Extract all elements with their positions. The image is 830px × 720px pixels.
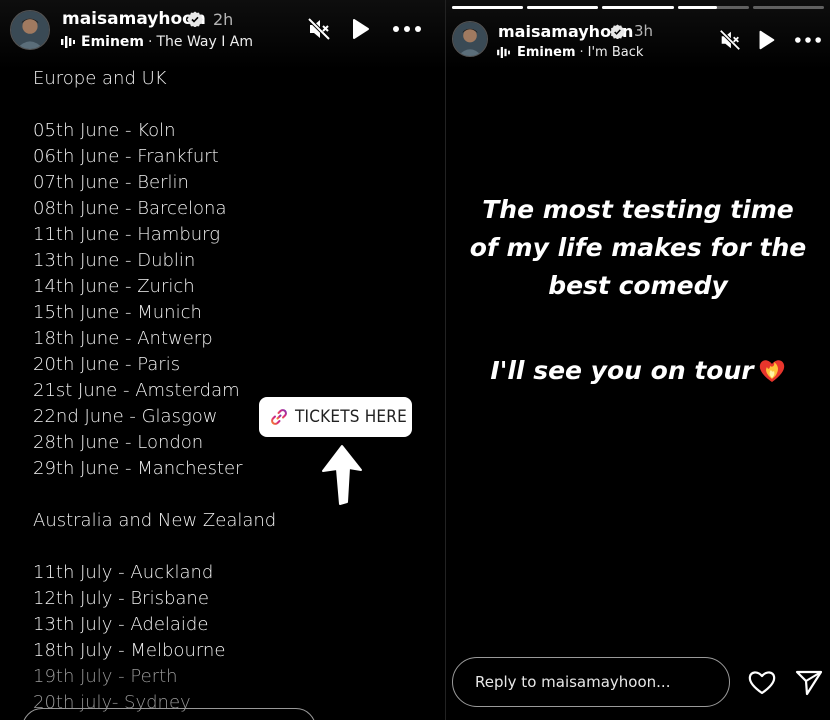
tour-list-spacer (33, 482, 276, 508)
tour-list-line: 19th July - Perth (33, 666, 178, 687)
progress-segment (752, 6, 824, 9)
story-tour-line: I'll see you on tour (446, 352, 830, 390)
more-horizontal-icon[interactable] (794, 28, 822, 52)
music-info[interactable]: Eminem · The Way I Am (61, 34, 253, 50)
tour-list-line: 11th June - Hamburg (33, 224, 221, 245)
tour-list-line: 14th June - Zurich (33, 276, 195, 297)
tour-list-line: 20th June - Paris (33, 354, 181, 375)
more-horizontal-icon[interactable] (392, 16, 422, 42)
story-text-line: of my life makes for the (469, 233, 807, 262)
tour-list-line: 29th June - Manchester (33, 458, 243, 479)
progress-segment-fill (452, 6, 524, 9)
tour-list-line: 15th June - Munich (33, 302, 202, 323)
muted-speaker-icon[interactable] (306, 16, 332, 42)
tour-list-line: 05th June - Koln (33, 120, 176, 141)
post-time: 2h (213, 10, 234, 29)
music-song: I'm Back (587, 45, 644, 60)
tour-list-line: 22nd June - Glasgow (33, 406, 218, 427)
tour-list-line: 13th June - Dublin (33, 250, 196, 271)
tour-list-spacer (33, 92, 276, 118)
music-bars-icon (497, 46, 511, 59)
music-artist: Eminem (517, 45, 576, 60)
avatar[interactable] (10, 10, 50, 50)
verified-badge-icon (610, 24, 625, 40)
tour-list-line: Australia and New Zealand (33, 510, 277, 531)
story-text-line: best comedy (548, 271, 728, 300)
music-song: The Way I Am (156, 34, 253, 50)
avatar[interactable] (452, 21, 488, 57)
tour-list-line: 11th July - Auckland (33, 562, 214, 583)
tour-list-line: 12th July - Brisbane (33, 588, 209, 609)
tour-list-line: 08th June - Barcelona (33, 198, 227, 219)
tickets-label: TICKETS HERE (295, 407, 407, 427)
tour-dates-list: Europe and UK 05th June - Koln 06th June -… (33, 66, 276, 716)
send-icon[interactable] (794, 667, 824, 697)
tour-list-line: 18th July - Melbourne (33, 640, 226, 661)
heart-on-fire-emoji (758, 357, 786, 383)
left-reply-field[interactable] (22, 708, 316, 720)
tour-list-spacer (33, 534, 276, 560)
progress-segment-fill (602, 6, 674, 9)
verified-badge-icon (187, 11, 203, 28)
tour-list-line: 06th June - Frankfurt (33, 146, 219, 167)
music-bars-icon (61, 36, 75, 48)
reply-input[interactable]: Reply to maisamayhoon... (452, 657, 730, 707)
tour-list-line: Europe and UK (33, 68, 167, 89)
play-icon[interactable] (347, 16, 373, 42)
heart-icon[interactable] (747, 667, 777, 697)
tickets-link-sticker[interactable]: TICKETS HERE (259, 397, 412, 437)
tour-list-line: 07th June - Berlin (33, 172, 189, 193)
post-time: 3h (634, 22, 654, 40)
tour-list-line: 21st June - Amsterdam (33, 380, 240, 401)
left-story-panel: maisamayhoon 2h Eminem · The Way I Am Eu… (0, 0, 445, 720)
music-artist: Eminem (81, 34, 144, 50)
right-story-panel: maisamayhoon 3h Eminem · I'm Back The mo… (446, 0, 830, 720)
music-separator: · (148, 34, 153, 50)
music-info[interactable]: Eminem · I'm Back (497, 45, 643, 60)
progress-segment-fill (527, 6, 599, 9)
username[interactable]: maisamayhoon (62, 9, 206, 29)
muted-speaker-icon[interactable] (718, 28, 742, 52)
tour-list-line: 28th June - London (33, 432, 204, 453)
tour-line-text: I'll see you on tour (490, 356, 754, 385)
story-headline: The most testing time of my life makes f… (446, 191, 830, 305)
music-separator: · (579, 45, 584, 60)
link-icon (269, 407, 289, 427)
play-icon[interactable] (754, 28, 778, 52)
tour-list-line: 18th June - Antwerp (33, 328, 213, 349)
tour-list-line: 13th July - Adelaide (33, 614, 209, 635)
story-text-line: The most testing time (482, 195, 794, 224)
up-arrow-icon (321, 444, 363, 506)
progress-segment-fill (677, 6, 717, 9)
